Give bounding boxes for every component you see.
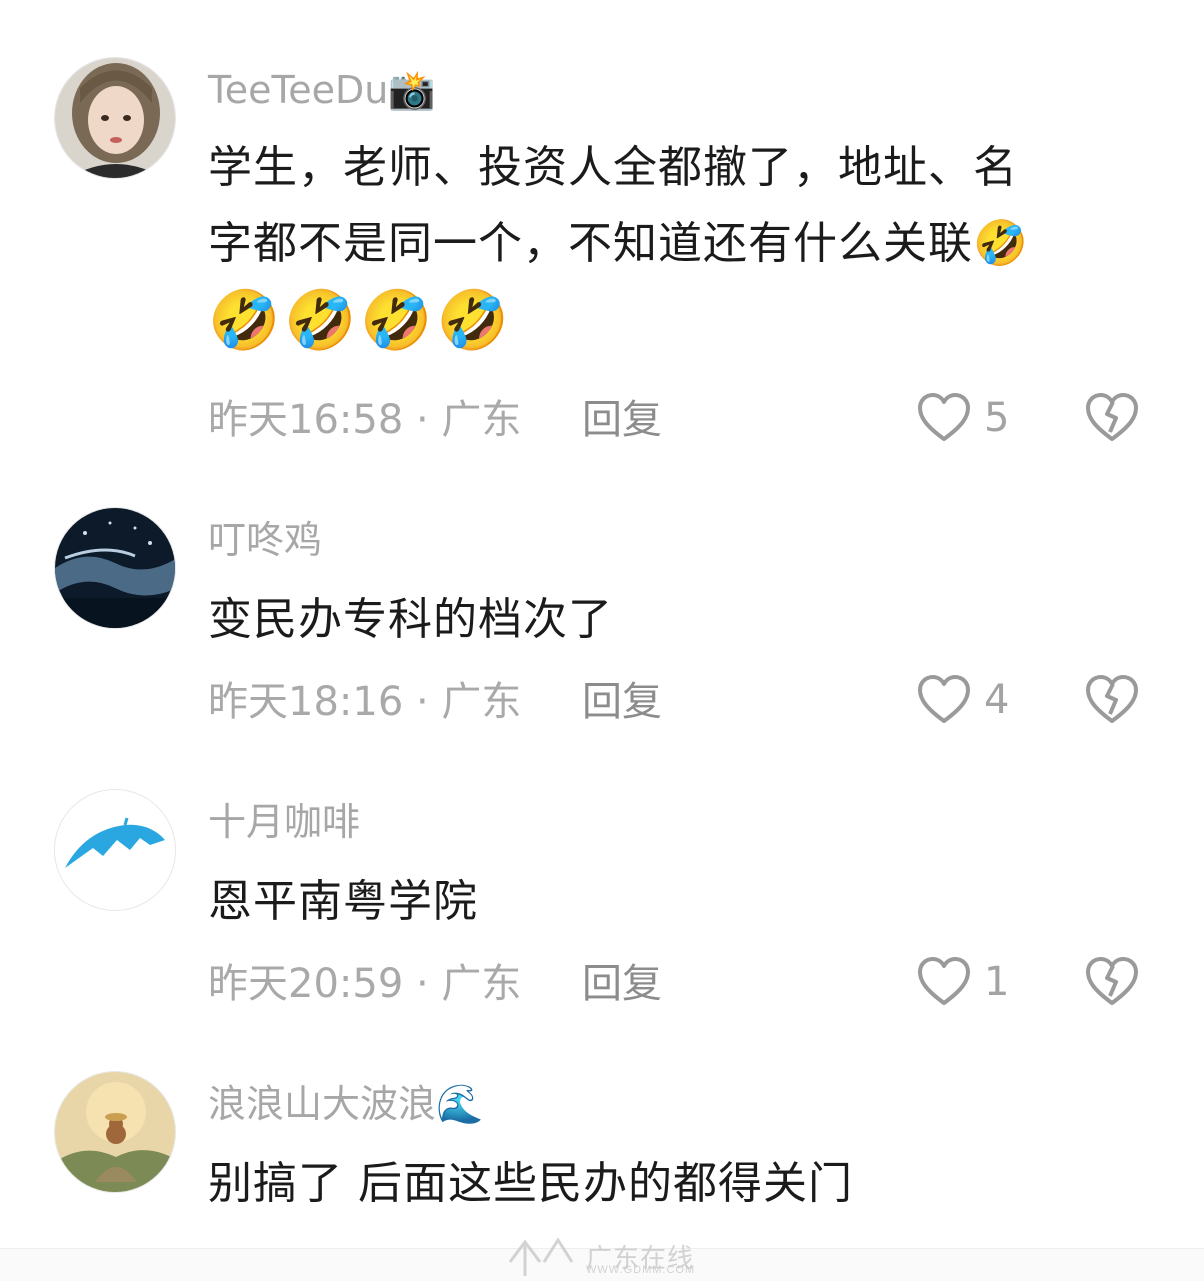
broken-heart-icon <box>1086 957 1138 1005</box>
dislike-button[interactable] <box>1084 956 1140 1012</box>
comment-meta: 昨天16:58 · 广东 <box>208 397 522 443</box>
broken-heart-icon <box>1086 675 1138 723</box>
comment-text: 变民办专科的档次了 <box>208 594 613 645</box>
username[interactable]: 叮咚鸡 <box>208 521 322 559</box>
avatar[interactable] <box>54 57 176 179</box>
watermark-url: WWW.GDMM.COM <box>586 1264 696 1276</box>
comment-text: 恩平南粤学院 <box>208 876 478 927</box>
heart-icon <box>918 957 970 1005</box>
username[interactable]: 浪浪山大波浪🌊 <box>208 1085 483 1123</box>
comment-text: 学生，老师、投资人全都撤了，地址、名 字都不是同一个，不知道还有什么关联🤣 🤣🤣… <box>208 130 1148 358</box>
dislike-button[interactable] <box>1084 674 1140 730</box>
like-button[interactable]: 4 <box>916 674 1009 726</box>
watermark-logo-icon <box>508 1237 574 1276</box>
like-count: 4 <box>984 677 1010 723</box>
like-button[interactable]: 5 <box>916 392 1009 444</box>
emoji-row: 🤣🤣🤣🤣 <box>208 286 513 354</box>
avatar[interactable] <box>54 1071 176 1193</box>
username[interactable]: TeeTeeDu📸 <box>208 71 436 109</box>
reply-button[interactable]: 回复 <box>582 682 662 722</box>
heart-icon <box>918 675 970 723</box>
like-count: 1 <box>984 959 1010 1005</box>
heart-icon <box>918 393 970 441</box>
watermark: 广东在线 WWW.GDMM.COM <box>500 1232 710 1280</box>
broken-heart-icon <box>1086 393 1138 441</box>
like-count: 5 <box>984 395 1010 441</box>
comment-meta: 昨天18:16 · 广东 <box>208 679 522 725</box>
avatar[interactable] <box>54 789 176 911</box>
comment-meta: 昨天20:59 · 广东 <box>208 961 522 1007</box>
wave-badge-icon: 🌊 <box>436 1082 484 1126</box>
avatar[interactable] <box>54 507 176 629</box>
dislike-button[interactable] <box>1084 392 1140 448</box>
reply-button[interactable]: 回复 <box>582 400 662 440</box>
comment-text: 别搞了 后面这些民办的都得关门 <box>208 1158 853 1209</box>
like-button[interactable]: 1 <box>916 956 1009 1008</box>
username[interactable]: 十月咖啡 <box>208 803 360 841</box>
camera-badge-icon: 📸 <box>388 68 436 112</box>
reply-button[interactable]: 回复 <box>582 964 662 1004</box>
